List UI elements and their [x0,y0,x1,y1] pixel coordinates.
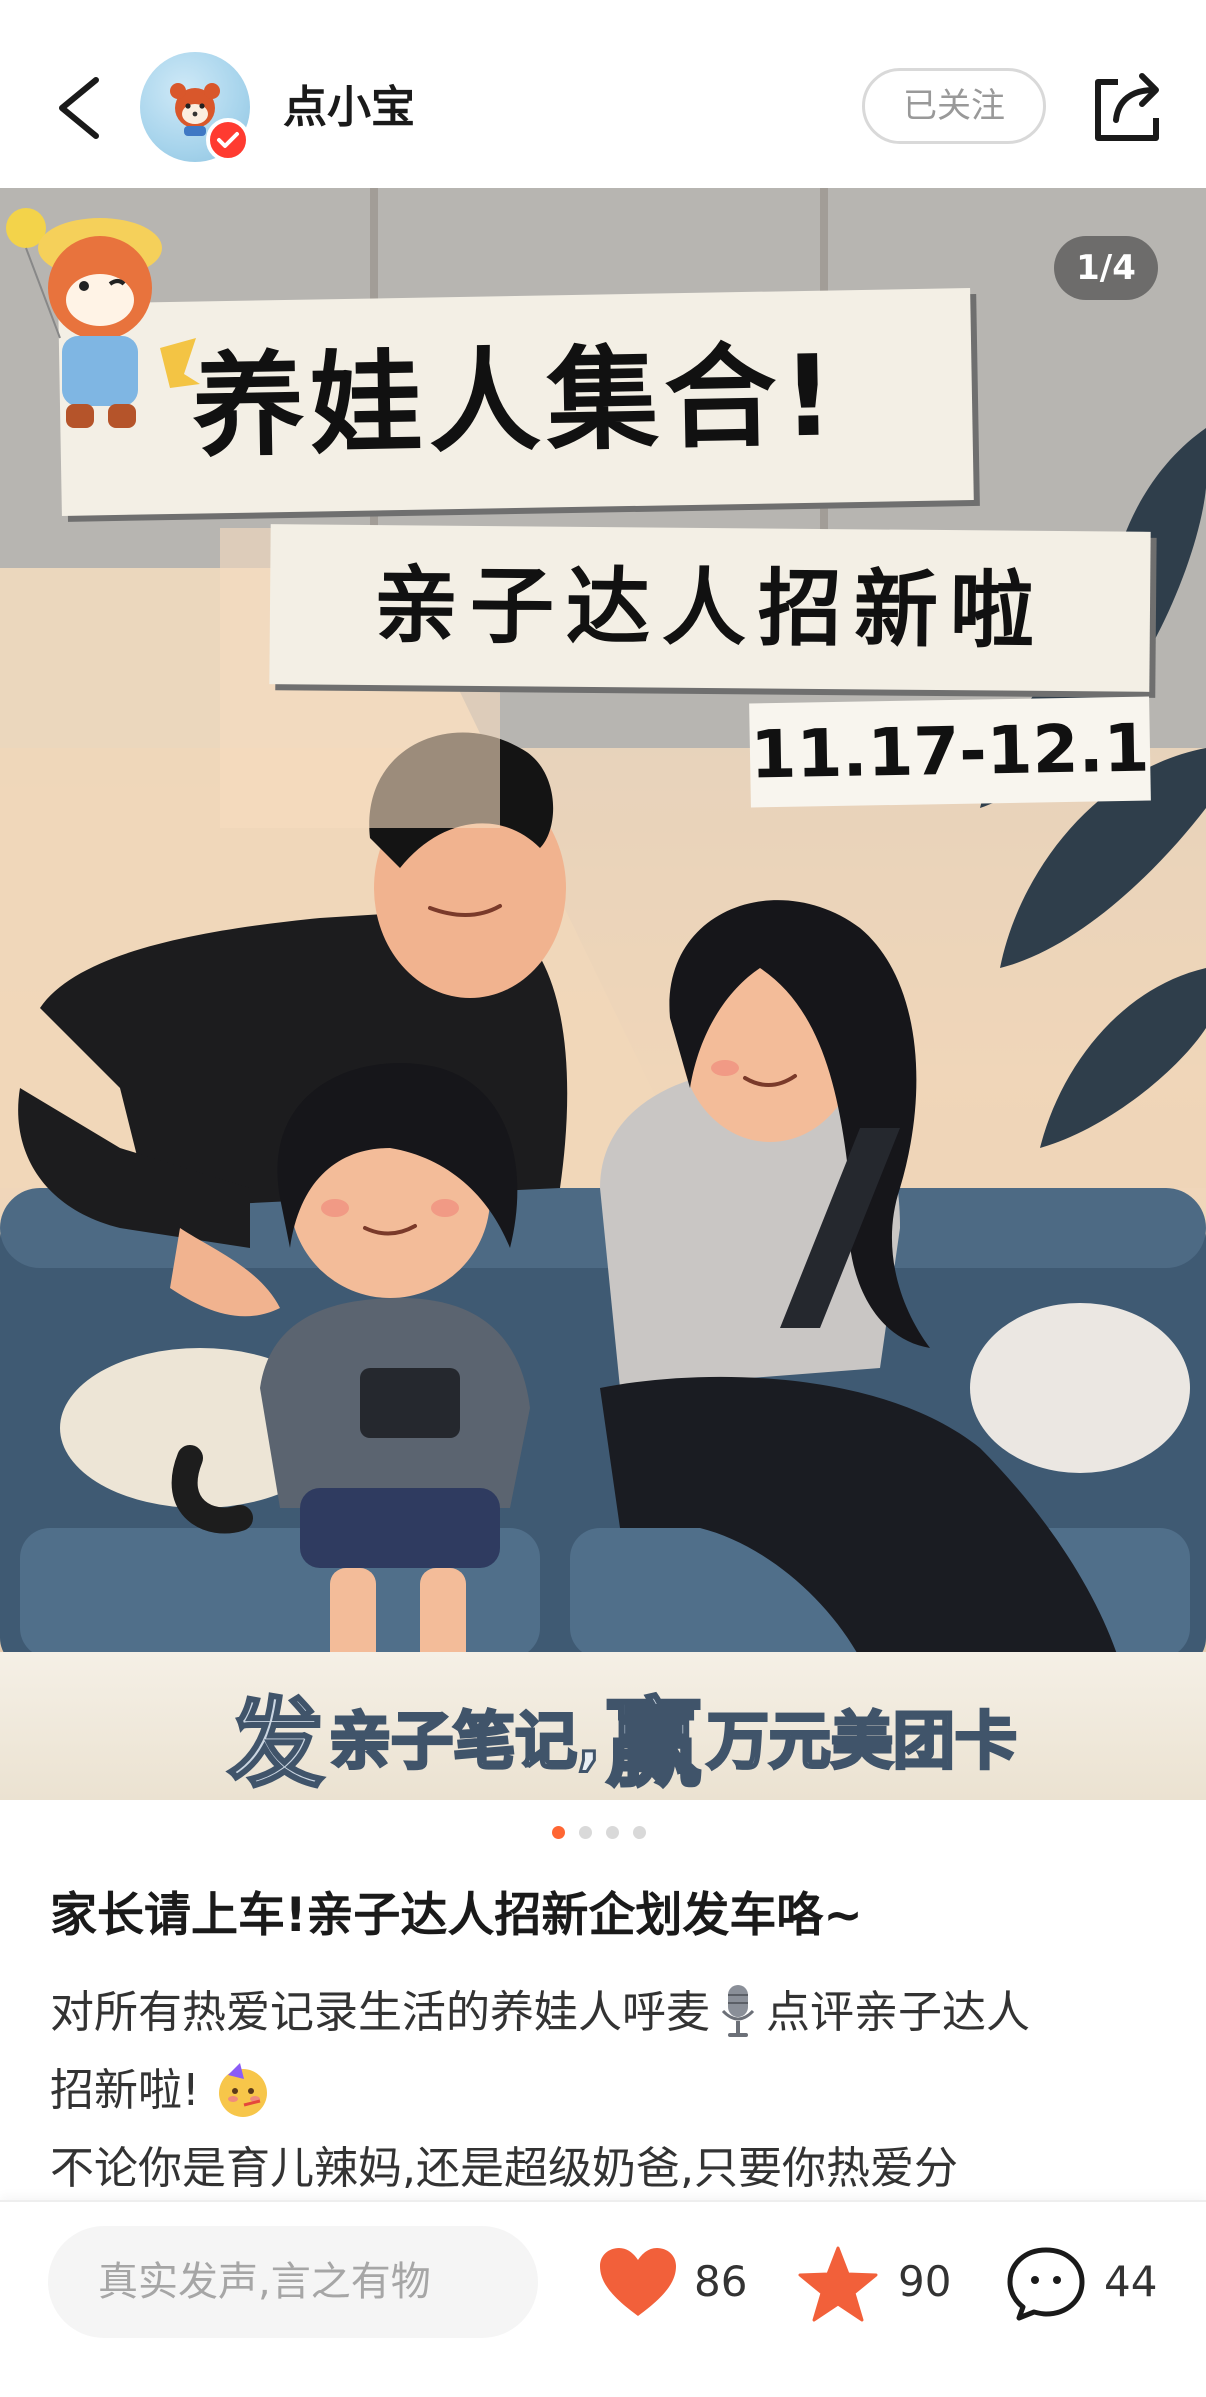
favorite-count: 90 [898,2257,952,2306]
back-icon [59,77,99,139]
post-body-line: 对所有热爱记录生活的养娃人呼麦 点评亲子达人 [50,1974,1160,2052]
share-icon [1095,73,1159,141]
subheadline-text: 亲子达人招新啦 [373,556,1047,660]
promo-slogan: 发 亲子笔记, 赢 万元美团卡 [227,1666,1198,1801]
bear-mascot-icon [6,208,200,428]
back-button[interactable] [40,58,120,154]
carousel-dot-4[interactable] [633,1826,646,1839]
date-range-text: 11.17-12.1 [749,709,1151,794]
microphone-emoji [721,1985,755,2037]
promo-word-card: 万元美团卡 [705,1703,1018,1779]
post-body-text: 点评亲子达人 [766,1987,1030,2038]
heart-icon [600,2248,676,2316]
post-body-line: 招新啦! [50,2052,1160,2130]
subheadline-banner: 亲子达人招新啦 [269,524,1151,692]
comment-icon [1007,2247,1085,2321]
post-body-text: 招新啦! [50,2065,200,2116]
post-title: 家长请上车!亲子达人招新企划发车咯~ [50,1888,863,1943]
post-body-line: 不论你是育儿辣妈,还是超级奶爸,只要你热爱分 [50,2130,1160,2208]
comment-count: 44 [1104,2257,1158,2306]
like-count: 86 [694,2257,748,2306]
top-nav-bar: 点小宝 已关注 [0,0,1206,188]
comment-input[interactable] [48,2226,538,2338]
date-range-banner: 11.17-12.1 [749,696,1151,808]
author-name[interactable]: 点小宝 [283,80,415,136]
like-button[interactable]: 86 [598,2236,748,2326]
post-body-text: 对所有热爱记录生活的养娃人呼麦 [50,1987,710,2038]
share-button[interactable] [1088,62,1168,146]
image-page-counter: 1/4 [1054,236,1158,300]
post-body-text: 不论你是育儿辣妈,还是超级奶爸,只要你热爱分 [50,2143,958,2194]
party-face-emoji [218,2063,267,2117]
star-icon [798,2246,878,2322]
promo-word-win: 赢 [604,1687,703,1801]
follow-button[interactable]: 已关注 [862,68,1046,144]
promo-word-note: 亲子笔记, [328,1703,603,1779]
verified-icon [217,132,239,148]
verified-badge [206,118,250,162]
post-body[interactable]: 对所有热爱记录生活的养娃人呼麦 点评亲子达人 招新啦! 不论你是育儿辣妈,还是超… [50,1974,1160,2208]
carousel-dot-1[interactable] [552,1826,565,1839]
carousel-dot-2[interactable] [579,1826,592,1839]
favorite-button[interactable]: 90 [798,2236,958,2326]
post-image-carousel[interactable]: 1/4 养娃人集合! 亲子达人招新啦 11.17-12.1 发 亲子笔记, 赢 … [0,188,1206,1800]
comment-button[interactable]: 44 [1006,2236,1166,2326]
bottom-action-bar: 86 90 44 [0,2200,1206,2397]
carousel-dot-3[interactable] [606,1826,619,1839]
promo-word-send: 发 [227,1687,326,1801]
